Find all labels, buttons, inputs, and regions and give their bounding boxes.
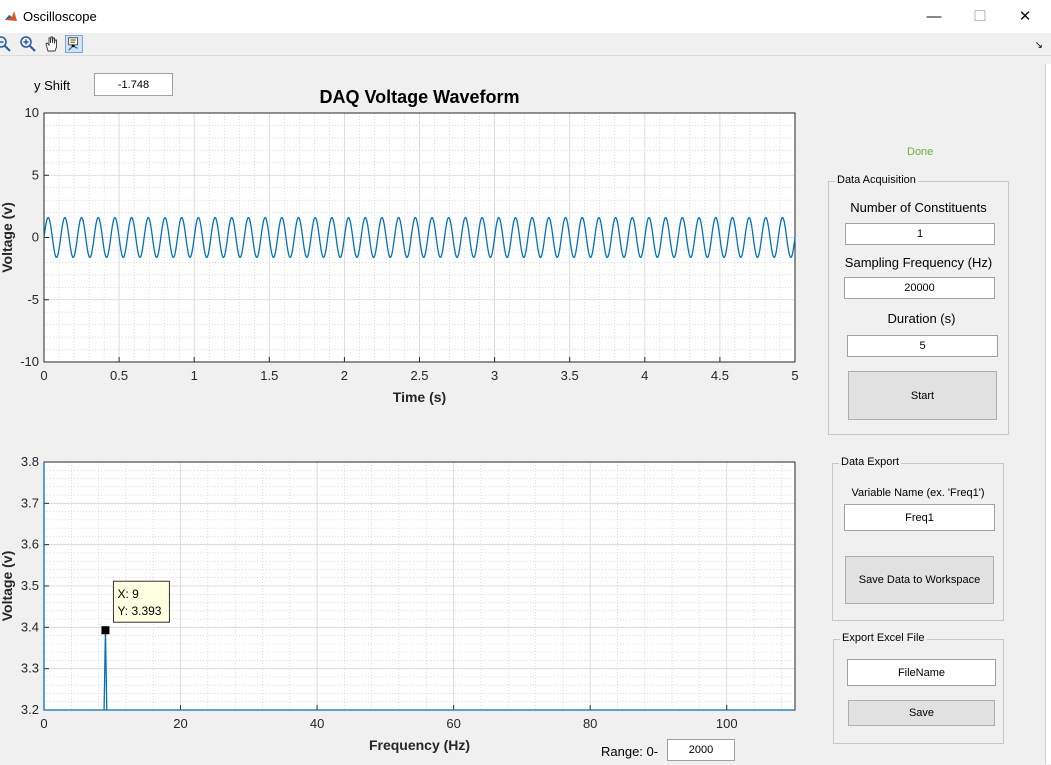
y-tick-label: -10 <box>20 354 39 369</box>
export-excel-title: Export Excel File <box>840 632 927 644</box>
maximize-button[interactable]: ☐ <box>957 0 1003 33</box>
duration-input[interactable] <box>847 335 998 357</box>
minimize-button[interactable]: — <box>911 0 957 33</box>
status-text: Done <box>907 146 934 158</box>
x-tick-label: 3 <box>491 368 498 383</box>
y-axis-label: Voltage (v) <box>0 202 15 273</box>
chart-title: DAQ Voltage Waveform <box>319 87 519 107</box>
data-export-title: Data Export <box>839 456 902 468</box>
variable-name-input[interactable] <box>844 504 995 531</box>
sampling-frequency-label: Sampling Frequency (Hz) <box>844 255 993 270</box>
window-edge <box>1045 64 1051 764</box>
y-tick-label: 3.7 <box>21 495 39 510</box>
y-axis-label: Voltage (v) <box>0 551 15 622</box>
y-tick-label: 3.4 <box>21 619 39 634</box>
x-axis-label: Time (s) <box>393 389 446 405</box>
y-tick-label: 3.6 <box>21 537 39 552</box>
x-tick-label: 4 <box>641 368 648 383</box>
constituents-input[interactable] <box>845 223 995 245</box>
x-tick-label: 2 <box>341 368 348 383</box>
frequency-domain-chart[interactable]: 0 20 40 60 80 100 3.8 3.7 3.6 3.5 3.4 3.3 3.2 Frequen… <box>0 450 810 760</box>
matlab-icon <box>4 9 18 23</box>
x-tick-label: 100 <box>716 716 738 731</box>
y-tick-label: 5 <box>32 167 39 182</box>
y-tick-label: 3.8 <box>21 454 39 469</box>
x-tick-label: 1 <box>191 368 198 383</box>
x-tick-label: 40 <box>310 716 324 731</box>
x-tick-label: 0 <box>40 368 47 383</box>
save-excel-button[interactable]: Save <box>848 700 995 726</box>
zoom-out-icon[interactable] <box>0 35 12 53</box>
x-tick-label: 4.5 <box>711 368 729 383</box>
x-tick-label: 3.5 <box>561 368 579 383</box>
range-input[interactable] <box>667 739 735 761</box>
x-tick-label: 2.5 <box>410 368 428 383</box>
data-acquisition-title: Data Acquisition <box>835 174 918 186</box>
y-tick-label: 3.5 <box>21 578 39 593</box>
x-tick-label: 0.5 <box>110 368 128 383</box>
datatip-x-text: X: 9 <box>117 587 139 601</box>
x-tick-label: 20 <box>173 716 187 731</box>
y-tick-label: 3.3 <box>21 661 39 676</box>
close-button[interactable]: ✕ <box>1002 0 1048 33</box>
x-tick-label: 60 <box>446 716 460 731</box>
x-tick-label: 0 <box>40 716 47 731</box>
figure-toolbar <box>0 33 1051 56</box>
y-tick-label: 0 <box>32 230 39 245</box>
data-cursor-icon[interactable] <box>65 35 83 53</box>
x-tick-label: 1.5 <box>260 368 278 383</box>
duration-label: Duration (s) <box>887 311 956 326</box>
filename-input[interactable] <box>847 659 996 686</box>
y-tick-label: 10 <box>25 105 39 120</box>
window-title: Oscilloscope <box>23 9 97 24</box>
y-tick-label: -5 <box>27 292 39 307</box>
constituents-label: Number of Constituents <box>850 200 987 215</box>
x-tick-label: 80 <box>583 716 597 731</box>
datatip-marker <box>101 626 110 635</box>
zoom-in-icon[interactable] <box>19 35 37 53</box>
start-button[interactable]: Start <box>848 371 997 420</box>
x-axis-label: Frequency (Hz) <box>369 737 470 753</box>
range-label: Range: 0- <box>601 744 659 759</box>
pan-icon[interactable] <box>43 35 61 53</box>
variable-name-label: Variable Name (ex. 'Freq1') <box>851 487 985 499</box>
x-tick-label: 5 <box>791 368 798 383</box>
datatip-y-text: Y: 3.393 <box>117 604 161 618</box>
y-tick-label: 3.2 <box>21 702 39 717</box>
export-excel-panel: Export Excel File <box>833 632 1004 744</box>
dock-icon[interactable]: ↘ <box>1035 40 1043 51</box>
save-to-workspace-button[interactable]: Save Data to Workspace <box>845 556 994 604</box>
sampling-frequency-input[interactable] <box>844 277 995 299</box>
title-bar: Oscilloscope — ☐ ✕ <box>0 0 1051 34</box>
time-domain-chart[interactable]: 0 0.5 1 1.5 2 2.5 3 3.5 4 4.5 5 10 5 0 -5 -10 DAQ Voltag… <box>0 80 810 410</box>
